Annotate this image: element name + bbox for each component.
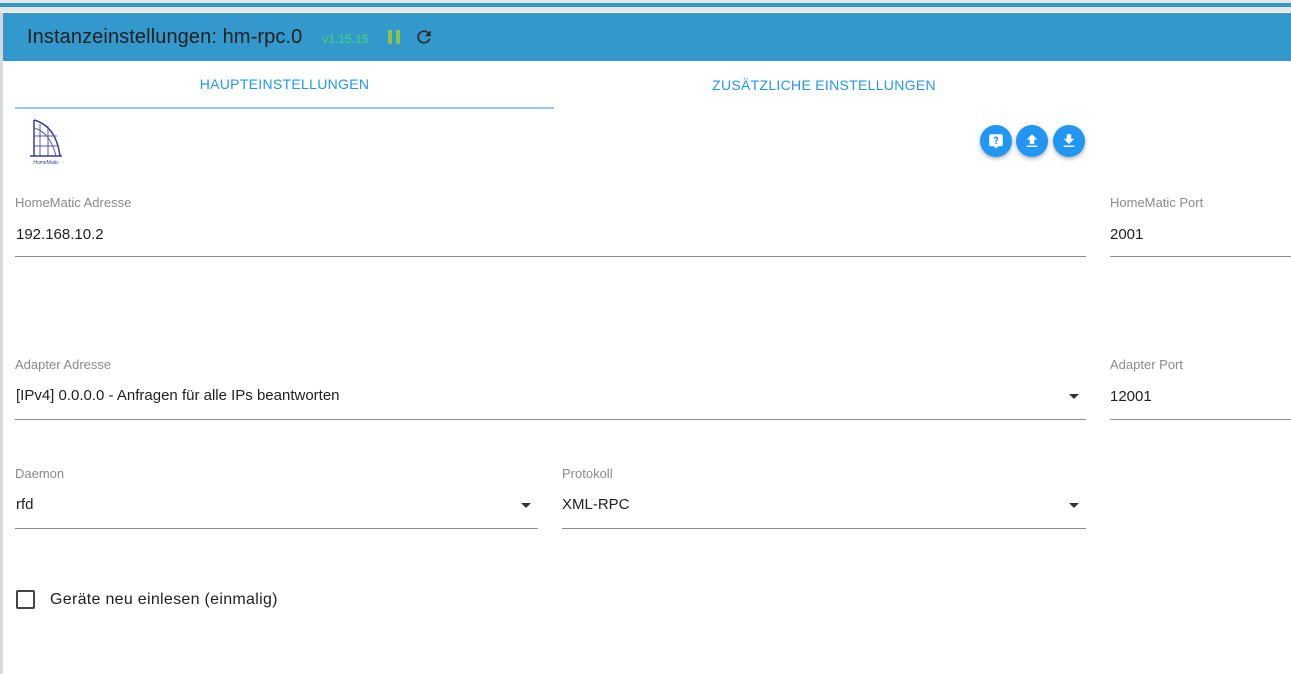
adapter-port-value: 12001: [1110, 388, 1152, 405]
left-shadow: [0, 12, 3, 674]
homematic-address-field[interactable]: HomeMatic Adresse 192.168.10.2: [15, 195, 1086, 258]
protocol-label: Protokoll: [562, 466, 613, 481]
homematic-port-label: HomeMatic Port: [1110, 195, 1204, 210]
reload-devices-label[interactable]: Geräte neu einlesen (einmalig): [50, 591, 278, 609]
homematic-address-underline: [15, 256, 1086, 257]
upload-icon: [1026, 134, 1038, 147]
adapter-address-select[interactable]: Adapter Adresse [IPv4] 0.0.0.0 - Anfrage…: [15, 357, 1086, 420]
reload-icon[interactable]: [414, 27, 434, 47]
top-strip: [0, 0, 1291, 12]
download-icon: [1063, 134, 1075, 147]
reload-devices-checkbox[interactable]: [16, 590, 35, 609]
daemon-underline: [15, 528, 538, 529]
adapter-address-value: [IPv4] 0.0.0.0 - Anfragen für alle IPs b…: [16, 387, 340, 404]
logo-text: HomeMatic: [33, 160, 59, 166]
protocol-underline: [562, 528, 1086, 529]
adapter-address-underline: [15, 419, 1086, 420]
daemon-value: rfd: [16, 496, 34, 513]
homematic-port-underline: [1110, 256, 1291, 257]
dialog-header: Instanzeinstellungen: hm-rpc.0 v1.15.15: [3, 13, 1291, 61]
help-button[interactable]: [980, 125, 1012, 157]
chevron-down-icon[interactable]: [521, 503, 531, 508]
tab-bar: HAUPTEINSTELLUNGEN ZUSÄTZLICHE EINSTELLU…: [15, 61, 1291, 109]
version-badge: v1.15.15: [322, 31, 369, 46]
daemon-label: Daemon: [15, 466, 65, 481]
chevron-down-icon[interactable]: [1069, 394, 1079, 399]
homematic-port-value: 2001: [1110, 226, 1144, 243]
homematic-address-value: 192.168.10.2: [16, 226, 104, 243]
dialog-title: Instanzeinstellungen: hm-rpc.0: [27, 25, 303, 48]
protocol-select[interactable]: Protokoll XML-RPC: [562, 466, 1086, 529]
adapter-port-underline: [1110, 419, 1291, 420]
adapter-port-label: Adapter Port: [1110, 357, 1183, 372]
protocol-value: XML-RPC: [562, 496, 630, 513]
homematic-address-label: HomeMatic Adresse: [15, 195, 132, 210]
pause-icon[interactable]: [388, 30, 401, 44]
download-button[interactable]: [1053, 125, 1085, 157]
homematic-logo: HomeMatic: [30, 119, 62, 166]
help-icon: [989, 134, 1003, 149]
adapter-address-label: Adapter Adresse: [15, 357, 112, 372]
homematic-port-field[interactable]: HomeMatic Port 2001: [1110, 195, 1291, 258]
daemon-select[interactable]: Daemon rfd: [15, 466, 538, 529]
tab-main-settings[interactable]: HAUPTEINSTELLUNGEN: [15, 61, 554, 109]
top-accent-line: [0, 3, 1291, 7]
adapter-port-field[interactable]: Adapter Port 12001: [1110, 357, 1291, 420]
upload-button[interactable]: [1016, 125, 1048, 157]
chevron-down-icon[interactable]: [1069, 503, 1079, 508]
tab-additional-settings[interactable]: ZUSÄTZLICHE EINSTELLUNGEN: [554, 61, 1094, 109]
